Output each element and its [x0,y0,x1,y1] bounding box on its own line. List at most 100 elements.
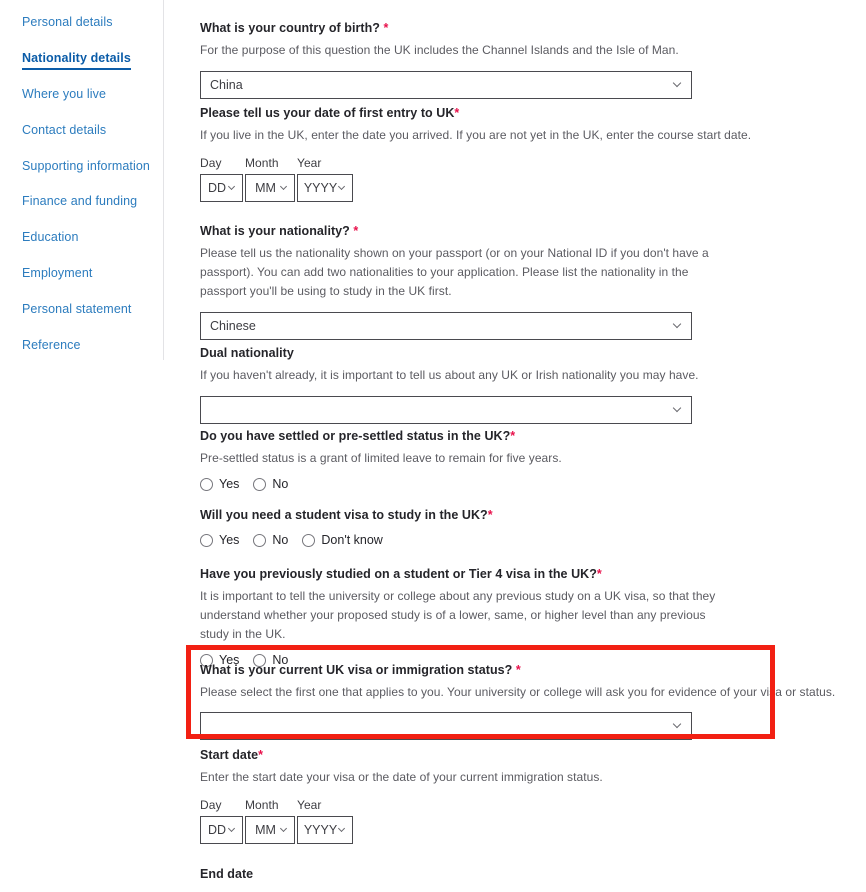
start-date-month-header: Month [245,798,279,812]
student-visa-option-label: Don't know [321,533,383,547]
chevron-down-icon [229,826,236,833]
start-date-day-group: Day DD [200,798,243,844]
radio-circle-icon [253,533,267,547]
country-of-birth-hint: For the purpose of this question the UK … [200,43,679,57]
settled-status-option-label: Yes [219,477,240,491]
required-asterisk: * [596,567,602,581]
sidebar-item-nationality-details[interactable]: Nationality details [22,50,131,70]
nationality-label: What is your nationality? * [200,223,720,240]
first-entry-day-header: Day [200,156,222,170]
previous-study-hint: It is important to tell the university o… [200,589,716,641]
chevron-down-icon [281,826,288,833]
required-asterisk: * [258,748,264,762]
start-date-month-value: MM [255,823,276,837]
country-of-birth-label-text: What is your country of birth? [200,21,380,35]
settled-status-radio-no[interactable]: No [253,477,288,491]
start-date-month-select[interactable]: MM [245,816,295,844]
student-visa-option-label: No [272,533,289,547]
radio-circle-icon [302,533,316,547]
start-date-label: Start date* [200,747,603,764]
visa-status-select[interactable] [200,712,692,740]
field-date-of-first-entry: Please tell us your date of first entry … [200,105,751,202]
required-asterisk: * [383,21,389,35]
start-date-hint: Enter the start date your visa or the da… [200,770,603,784]
sidebar-item-finance-and-funding[interactable]: Finance and funding [22,193,137,209]
dual-nationality-select[interactable] [200,396,692,424]
student-visa-radio-group: Yes No Don't know [200,533,493,547]
student-visa-label-text: Will you need a student visa to study in… [200,508,488,522]
dual-nationality-hint: If you haven't already, it is important … [200,368,699,382]
dual-nationality-label: Dual nationality [200,346,294,360]
nationality-value: Chinese [210,319,256,333]
radio-circle-icon [200,533,213,547]
student-visa-label: Will you need a student visa to study in… [200,507,493,524]
start-date-date-group: Day DD Month MM Year YYYY [200,798,603,844]
section-navigation-sidebar: Personal details Nationality details Whe… [0,0,164,360]
chevron-down-icon [674,721,682,729]
first-entry-hint: If you live in the UK, enter the date yo… [200,128,752,142]
field-settled-status: Do you have settled or pre-settled statu… [200,428,562,491]
start-date-month-group: Month MM [243,798,295,844]
sidebar-item-employment[interactable]: Employment [22,265,92,281]
chevron-down-icon [281,184,288,191]
required-asterisk: * [510,429,516,443]
sidebar-item-contact-details[interactable]: Contact details [22,122,106,138]
chevron-down-icon [674,405,682,413]
sidebar-item-supporting-information[interactable]: Supporting information [22,158,150,174]
sidebar-item-reference[interactable]: Reference [22,337,81,353]
chevron-down-icon [339,826,346,833]
first-entry-year-group: Year YYYY [295,156,353,202]
student-visa-option-label: Yes [219,533,240,547]
sidebar-item-personal-details[interactable]: Personal details [22,14,113,30]
previous-study-label: Have you previously studied on a student… [200,566,725,583]
radio-circle-icon [200,477,213,491]
first-entry-month-header: Month [245,156,279,170]
field-dual-nationality: Dual nationality If you haven't already,… [200,345,699,424]
start-date-day-select[interactable]: DD [200,816,243,844]
required-asterisk: * [353,224,359,238]
start-date-year-select[interactable]: YYYY [297,816,353,844]
chevron-down-icon [674,321,682,329]
first-entry-label: Please tell us your date of first entry … [200,105,751,122]
nationality-select[interactable]: Chinese [200,312,692,340]
first-entry-day-value: DD [207,181,227,195]
start-date-year-value: YYYY [303,823,338,837]
country-of-birth-label: What is your country of birth? * [200,20,692,37]
first-entry-day-group: Day DD [200,156,243,202]
student-visa-radio-no[interactable]: No [253,533,288,547]
settled-status-radio-group: Yes No [200,477,562,491]
nationality-hint: Please tell us the nationality shown on … [200,246,709,298]
nationality-details-form: What is your country of birth? * For the… [200,0,866,892]
sidebar-item-where-you-live[interactable]: Where you live [22,86,106,102]
required-asterisk: * [454,106,460,120]
field-visa-status: What is your current UK visa or immigrat… [200,662,835,740]
visa-status-label-text: What is your current UK visa or immigrat… [200,663,513,677]
settled-status-option-label: No [272,477,289,491]
start-date-label-text: Start date [200,748,259,762]
sidebar-item-personal-statement[interactable]: Personal statement [22,301,132,317]
visa-status-hint: Please select the first one that applies… [200,685,836,699]
settled-status-radio-yes[interactable]: Yes [200,477,239,491]
student-visa-radio-dont-know[interactable]: Don't know [302,533,383,547]
settled-status-hint: Pre-settled status is a grant of limited… [200,451,562,465]
radio-circle-icon [253,477,267,491]
first-entry-year-select[interactable]: YYYY [297,174,353,202]
field-nationality: What is your nationality? * Please tell … [200,223,720,340]
student-visa-radio-yes[interactable]: Yes [200,533,239,547]
first-entry-year-value: YYYY [303,181,338,195]
first-entry-day-select[interactable]: DD [200,174,243,202]
first-entry-month-select[interactable]: MM [245,174,295,202]
start-date-year-group: Year YYYY [295,798,353,844]
first-entry-month-group: Month MM [243,156,295,202]
field-end-date: End date [200,866,253,883]
sidebar-item-education[interactable]: Education [22,229,79,245]
first-entry-date-group: Day DD Month MM Year YYYY [200,156,751,202]
field-country-of-birth: What is your country of birth? * For the… [200,20,692,99]
country-of-birth-select[interactable]: China [200,71,692,99]
previous-study-label-text: Have you previously studied on a student… [200,567,597,581]
start-date-year-header: Year [297,798,322,812]
start-date-day-value: DD [207,823,227,837]
first-entry-year-header: Year [297,156,322,170]
required-asterisk: * [515,663,521,677]
start-date-day-header: Day [200,798,222,812]
